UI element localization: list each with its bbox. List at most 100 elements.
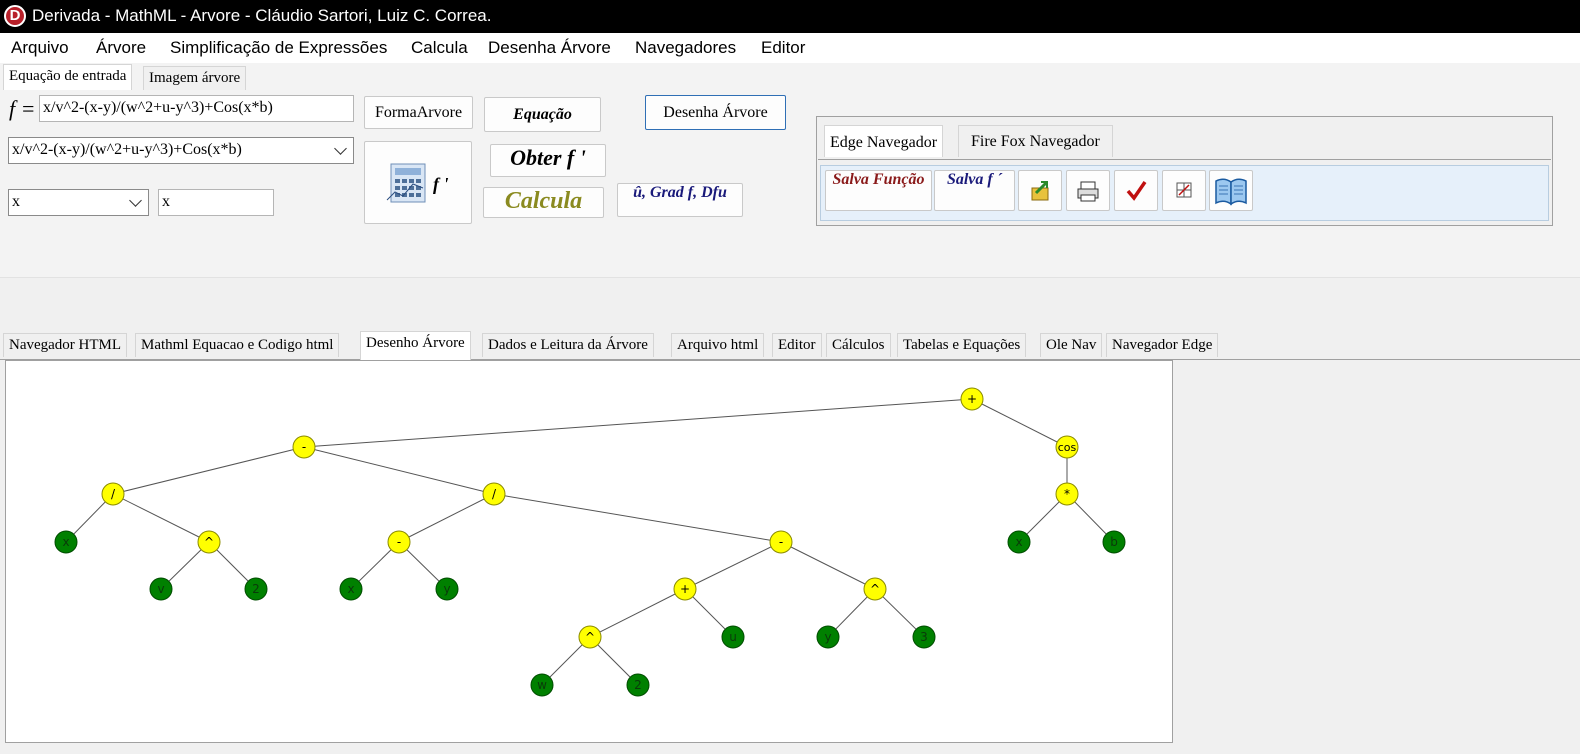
variable-input[interactable]: x <box>158 189 274 216</box>
tab-firefox-navegador[interactable]: Fire Fox Navegador <box>958 125 1113 157</box>
grid-icon <box>1176 182 1192 198</box>
expression-history-select[interactable]: x/v^2-(x-y)/(w^2+u-y^3)+Cos(x*b) <box>8 137 354 164</box>
tree-operator-node: / <box>482 482 506 506</box>
book-button[interactable] <box>1209 170 1253 211</box>
tree-node-label: y <box>824 630 831 644</box>
calculator-icon <box>386 163 426 203</box>
divider <box>818 159 1551 160</box>
gradient-button[interactable]: û, Grad f, Dfu <box>617 183 743 217</box>
menu-simplificacao[interactable]: Simplificação de Expressões <box>170 38 387 58</box>
tab-arquivo-html[interactable]: Arquivo html <box>671 333 765 357</box>
tree-node-label: - <box>302 440 306 454</box>
book-icon <box>1215 178 1247 206</box>
check-button[interactable] <box>1114 170 1158 211</box>
forma-arvore-button[interactable]: FormaArvore <box>364 96 473 129</box>
tree-operator-node: - <box>292 435 316 459</box>
tree-node-label: + <box>967 392 977 406</box>
tree-edge <box>303 398 973 448</box>
tree-operator-node: + <box>960 387 984 411</box>
salva-f-button[interactable]: Salva f ´ <box>934 170 1015 211</box>
print-icon <box>1077 181 1099 202</box>
tree-leaf-node: y <box>435 577 459 601</box>
tree-edge <box>493 493 782 543</box>
menu-desenha-arvore[interactable]: Desenha Árvore <box>488 38 611 58</box>
print-button[interactable] <box>1066 170 1110 211</box>
tree-leaf-node: w <box>530 673 554 697</box>
desenha-arvore-button[interactable]: Desenha Árvore <box>645 95 786 130</box>
tree-operator-node: * <box>1055 482 1079 506</box>
export-icon <box>1031 181 1049 201</box>
tree-operator-node: / <box>101 482 125 506</box>
tree-operator-node: ^ <box>578 625 602 649</box>
variable-select[interactable]: x <box>8 189 149 216</box>
tree-node-label: ^ <box>870 582 880 596</box>
tree-leaf-node: u <box>721 625 745 649</box>
tree-node-label: u <box>729 630 737 644</box>
tree-node-label: * <box>1064 487 1070 501</box>
tree-node-label: + <box>680 582 690 596</box>
tree-leaf-node: x <box>54 530 78 554</box>
equacao-button[interactable]: Equação <box>484 97 601 132</box>
tree-leaf-node: 2 <box>244 577 268 601</box>
app-icon: D <box>4 5 26 27</box>
menu-calcula[interactable]: Calcula <box>411 38 468 58</box>
tab-equacao-entrada[interactable]: Equação de entrada <box>3 64 133 90</box>
menu-arquivo[interactable]: Arquivo <box>11 38 69 58</box>
tree-node-label: 2 <box>252 582 260 596</box>
tab-desenho-arvore[interactable]: Desenho Árvore <box>360 331 471 360</box>
f-equals-label: f = <box>9 96 36 121</box>
obter-f-button[interactable]: Obter f ' <box>490 144 606 177</box>
tree-operator-node: - <box>769 530 793 554</box>
tree-canvas: + - cos / / * x ^ - - x b v 2 x y + ^ ^ u y 3 w 2 <box>5 360 1173 743</box>
tab-imagem-arvore[interactable]: Imagem árvore <box>143 66 247 90</box>
tab-mathml[interactable]: Mathml Equacao e Codigo html <box>135 333 340 357</box>
expression-input[interactable]: x/v^2-(x-y)/(w^2+u-y^3)+Cos(x*b) <box>39 95 354 122</box>
tree-edge <box>971 398 1068 448</box>
tab-dados-leitura[interactable]: Dados e Leitura da Árvore <box>482 333 654 357</box>
calcula-button[interactable]: Calcula <box>483 187 604 218</box>
tree-edge <box>112 493 210 543</box>
menu-navegadores[interactable]: Navegadores <box>635 38 736 58</box>
tree-operator-node: cos <box>1055 435 1079 459</box>
tree-node-label: - <box>397 535 401 549</box>
menu-bar: Arquivo Árvore Simplificação de Expressõ… <box>0 33 1580 63</box>
tree-leaf-node: x <box>339 577 363 601</box>
tab-navegador-edge[interactable]: Navegador Edge <box>1106 333 1219 357</box>
tree-edge <box>589 588 686 638</box>
derivative-icon-label: f ' <box>433 174 449 194</box>
menu-editor[interactable]: Editor <box>761 38 805 58</box>
tab-tabelas-equacoes[interactable]: Tabelas e Equações <box>897 333 1027 357</box>
tab-editor[interactable]: Editor <box>772 333 822 357</box>
tab-ole-nav[interactable]: Ole Nav <box>1040 333 1103 357</box>
export-button[interactable] <box>1018 170 1062 211</box>
chevron-down-icon <box>334 142 347 155</box>
tree-node-label: x <box>347 582 354 596</box>
menu-arvore[interactable]: Árvore <box>96 38 146 58</box>
chevron-down-icon <box>129 194 142 207</box>
tree-leaf-node: 2 <box>626 673 650 697</box>
derivative-image-button[interactable]: f ' <box>364 141 472 224</box>
tree-operator-node: ^ <box>863 577 887 601</box>
tree-leaf-node: 3 <box>912 625 936 649</box>
tree-operator-node: - <box>387 530 411 554</box>
tree-edge <box>398 493 495 543</box>
tree-operator-node: + <box>673 577 697 601</box>
tree-node-label: x <box>62 535 69 549</box>
tree-node-label: x <box>1015 535 1022 549</box>
tab-navegador-html[interactable]: Navegador HTML <box>3 333 128 357</box>
tab-edge-navegador[interactable]: Edge Navegador <box>824 125 944 157</box>
tab-calculos[interactable]: Cálculos <box>826 333 891 357</box>
tree-leaf-node: b <box>1102 530 1126 554</box>
tree-node-label: ^ <box>585 630 595 644</box>
tree-node-label: cos <box>1058 441 1077 454</box>
tree-leaf-node: x <box>1007 530 1031 554</box>
tree-node-label: w <box>537 678 547 692</box>
expression-tree: + - cos / / * x ^ - - x b v 2 x y + ^ ^ u y 3 w 2 <box>54 387 1126 697</box>
grid-button[interactable] <box>1162 170 1206 211</box>
tree-node-label: b <box>1110 535 1118 549</box>
tree-node-label: - <box>779 535 783 549</box>
salva-funcao-button[interactable]: Salva Função <box>825 170 932 211</box>
tree-node-label: v <box>157 582 164 596</box>
tree-edge <box>303 446 495 495</box>
tree-node-label: y <box>443 582 450 596</box>
